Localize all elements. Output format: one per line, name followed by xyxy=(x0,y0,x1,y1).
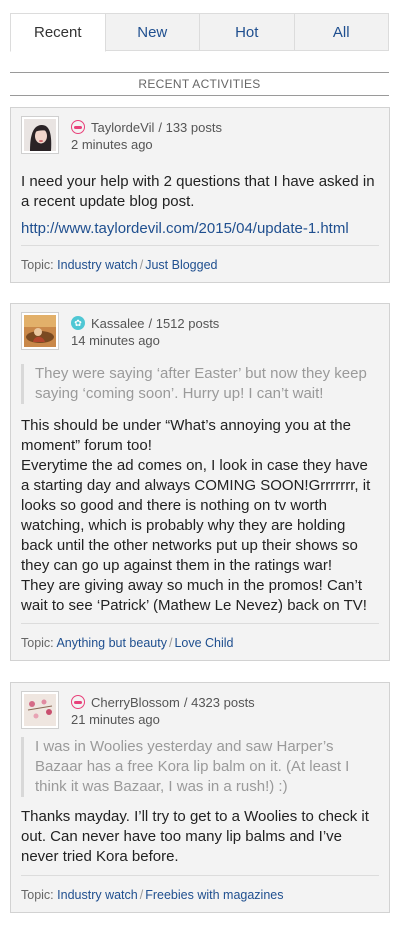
avatar[interactable] xyxy=(21,312,59,350)
avatar-woman-image xyxy=(24,119,56,151)
divider xyxy=(21,245,379,246)
lips-icon xyxy=(71,695,85,709)
topic-prefix: Topic: xyxy=(21,258,54,272)
tab-all[interactable]: All xyxy=(294,13,389,51)
activity-card: ✿ Kassalee / 1512 posts 14 minutes ago T… xyxy=(10,303,390,661)
lips-icon xyxy=(71,120,85,134)
post-quote: I was in Woolies yesterday and saw Harpe… xyxy=(21,737,379,797)
topic-forum-link[interactable]: Industry watch xyxy=(57,258,138,272)
avatar-blossom-image xyxy=(24,694,56,726)
topic-line: Topic: Industry watch / Freebies with maga… xyxy=(21,888,283,902)
topic-thread-link[interactable]: Just Blogged xyxy=(145,258,217,272)
topic-forum-link[interactable]: Anything but beauty xyxy=(56,636,167,650)
topic-prefix: Topic: xyxy=(21,888,54,902)
timestamp: 14 minutes ago xyxy=(71,333,160,348)
post-quote: They were saying ‘after Easter’ but now … xyxy=(21,364,379,404)
username[interactable]: TaylordeVil xyxy=(91,120,154,135)
post-count: / 133 posts xyxy=(158,119,222,135)
tab-recent[interactable]: Recent xyxy=(10,13,106,52)
topic-separator: / xyxy=(139,258,144,272)
topic-thread-link[interactable]: Love Child xyxy=(174,636,233,650)
post-body: Thanks mayday. I’ll try to get to a Wool… xyxy=(21,808,369,865)
username[interactable]: CherryBlossom xyxy=(91,695,180,710)
activity-card: CherryBlossom / 4323 posts 21 minutes ag… xyxy=(10,682,390,913)
activity-tabs: Recent New Hot All xyxy=(10,13,389,52)
tab-hot[interactable]: Hot xyxy=(200,13,295,51)
avatar[interactable] xyxy=(21,691,59,729)
post-count: / 4323 posts xyxy=(183,694,255,710)
post-body: I need your help with 2 questions that I… xyxy=(21,173,375,210)
divider xyxy=(21,623,379,624)
post-body: This should be under “What’s annoying yo… xyxy=(21,417,371,614)
topic-forum-link[interactable]: Industry watch xyxy=(57,888,138,902)
topic-line: Topic: Industry watch / Just Blogged xyxy=(21,258,218,272)
topic-thread-link[interactable]: Freebies with magazines xyxy=(145,888,283,902)
section-title: RECENT ACTIVITIES xyxy=(10,72,389,96)
avatar[interactable] xyxy=(21,116,59,154)
topic-separator: / xyxy=(168,636,173,650)
username[interactable]: Kassalee xyxy=(91,316,144,331)
post-link[interactable]: http://www.taylordevil.com/2015/04/updat… xyxy=(21,220,379,237)
avatar-sunset-image xyxy=(24,315,56,347)
topic-separator: / xyxy=(139,888,144,902)
topic-line: Topic: Anything but beauty / Love Child xyxy=(21,636,234,650)
timestamp: 2 minutes ago xyxy=(71,137,153,152)
topic-prefix: Topic: xyxy=(21,636,54,650)
divider xyxy=(21,875,379,876)
flower-icon: ✿ xyxy=(71,316,85,330)
tab-new[interactable]: New xyxy=(105,13,200,51)
timestamp: 21 minutes ago xyxy=(71,712,160,727)
post-count: / 1512 posts xyxy=(148,315,220,331)
activity-card: TaylordeVil / 133 posts 2 minutes ago I … xyxy=(10,107,390,283)
